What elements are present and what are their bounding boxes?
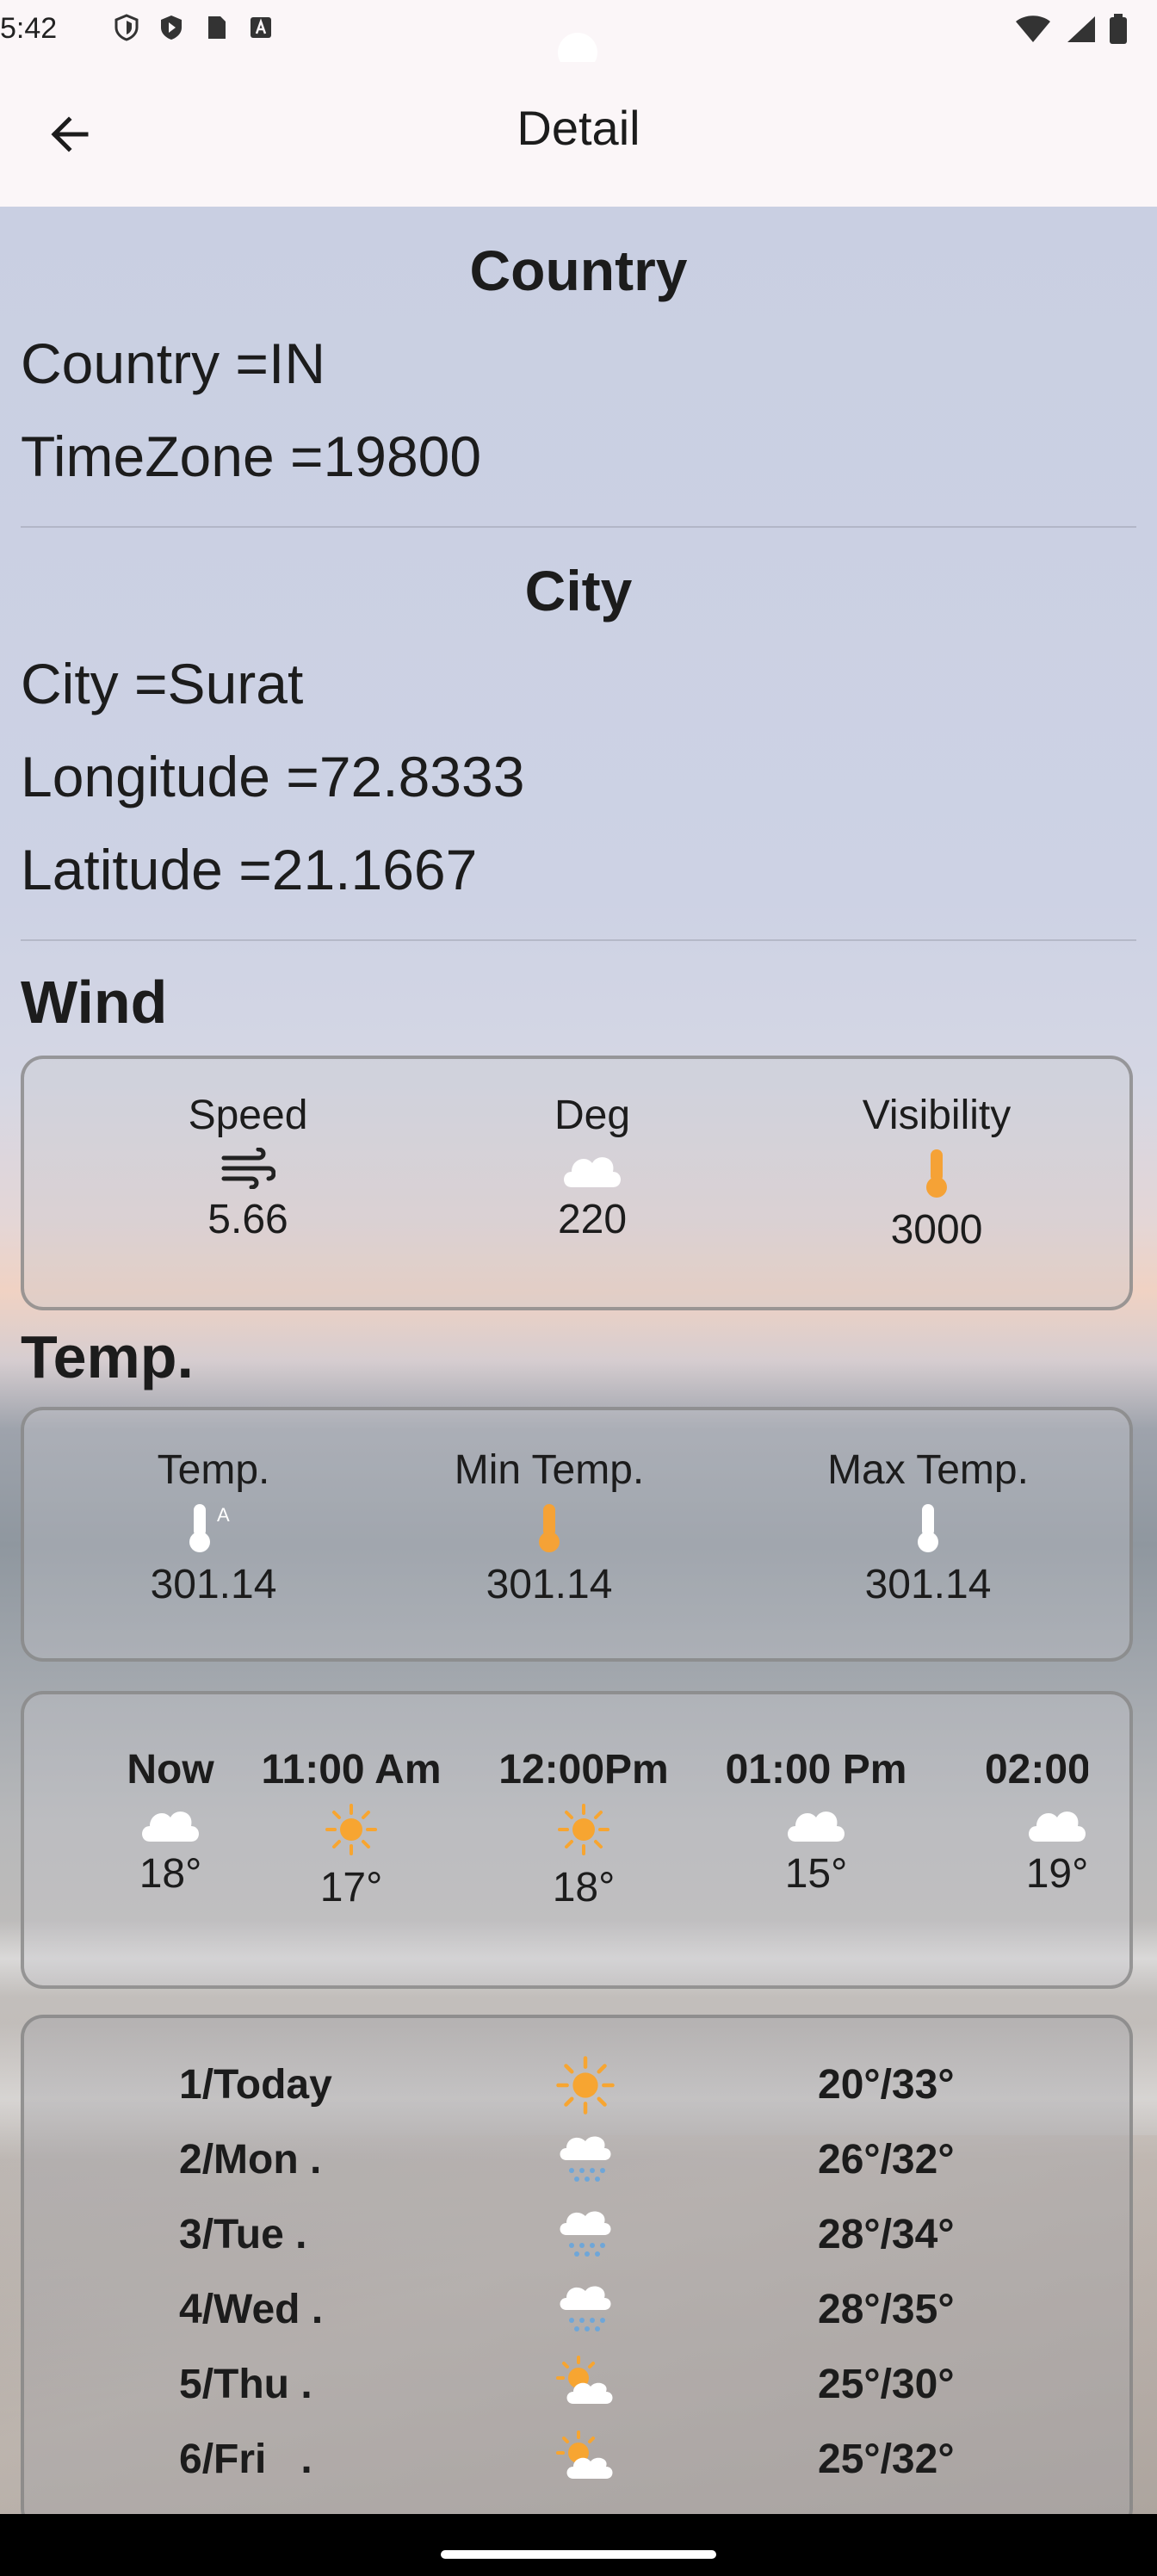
snow-cloud-icon [560, 2136, 611, 2182]
temp-min: Min Temp. 301.14 [386, 1446, 713, 1608]
longitude-value: Longitude =72.8333 [21, 745, 525, 808]
hour-temp: 17° [319, 1865, 383, 1910]
snow-cloud-icon [560, 2211, 611, 2257]
thermometer-white-icon [918, 1504, 938, 1552]
temp-max: Max Temp. 301.14 [764, 1446, 1092, 1608]
divider [21, 526, 1136, 528]
cloud-icon [564, 1157, 621, 1187]
temp-range: 20°/33° [818, 2062, 955, 2108]
sun-icon [556, 2056, 615, 2115]
shield-icon [114, 14, 139, 41]
visibility-value: 3000 [890, 1207, 983, 1253]
day-label: 1/Today [179, 2062, 332, 2108]
temp-value: 301.14 [150, 1562, 277, 1607]
visibility-label: Visibility [862, 1093, 1012, 1138]
hourly-item: 01:00 Pm 15° [687, 1746, 945, 1898]
hourly-item: 02:00 P 19° [928, 1746, 1088, 1898]
day-label: 4/Wed . [179, 2287, 324, 2332]
hour-temp: 15° [784, 1851, 848, 1897]
home-gesture-handle[interactable] [441, 2550, 716, 2559]
hourly-item: 12:00Pm 18° [455, 1746, 713, 1911]
cloud-icon [142, 1811, 199, 1842]
sun-icon [558, 1804, 609, 1855]
font-a-icon [251, 17, 271, 38]
battery-icon [1110, 14, 1127, 44]
daily-row: 4/Wed . 28°/35° [24, 2286, 1136, 2360]
wind-speed: Speed 5.66 [93, 1092, 403, 1243]
hour-label: 11:00 Am [261, 1747, 442, 1793]
wind-speed-value: 5.66 [207, 1197, 288, 1242]
hourly-item: 11:00 Am 17° [222, 1746, 480, 1911]
temp-range: 28°/35° [818, 2287, 955, 2332]
daily-row: 6/Fri . 25°/32° [24, 2430, 1136, 2510]
status-time: 5:42 [0, 12, 58, 45]
cloud-icon [1029, 1811, 1086, 1842]
thermometer-icon [926, 1149, 947, 1198]
app-bar: Detail [0, 62, 1157, 207]
wind-deg: Deg 220 [437, 1092, 747, 1243]
wind-icon [221, 1148, 275, 1189]
partly-sunny-icon [556, 2430, 613, 2479]
day-label: 3/Tue . [179, 2212, 307, 2257]
screen: 5:42 Detail Country Country =IN TimeZone… [0, 0, 1157, 2576]
temp-section-title: Temp. [21, 1323, 194, 1390]
city-section-title: City [524, 559, 633, 622]
play-shield-icon [161, 15, 182, 40]
thermometer-auto-icon: A [189, 1504, 230, 1552]
max-temp-value: 301.14 [864, 1562, 992, 1607]
hour-temp: 18° [552, 1865, 616, 1910]
hourly-forecast-card[interactable]: Now 18° 11:00 Am 17° 12:00Pm 18° 01:00 P… [21, 1691, 1133, 1989]
hour-temp: 19° [1025, 1851, 1088, 1897]
city-value: City =Surat [21, 652, 304, 715]
sun-icon [325, 1804, 377, 1855]
daily-row: 5/Thu . 25°/30° [24, 2356, 1136, 2435]
daily-forecast-card: 1/Today 20°/33° 2/Mon . 26°/32° 3/Tue . … [21, 2015, 1133, 2531]
wind-deg-value: 220 [557, 1197, 628, 1242]
temp-range: 28°/34° [818, 2212, 955, 2257]
visibility: Visibility 3000 [782, 1092, 1092, 1254]
daily-row: 1/Today 20°/33° [24, 2056, 1136, 2135]
min-temp-value: 301.14 [486, 1562, 613, 1607]
hour-label: 02:00 P [984, 1747, 1088, 1793]
max-temp-label: Max Temp. [827, 1447, 1029, 1493]
partly-sunny-icon [556, 2356, 613, 2404]
daily-row: 3/Tue . 28°/34° [24, 2211, 1136, 2285]
temp-current: Temp. A 301.14 [50, 1446, 377, 1608]
latitude-value: Latitude =21.1667 [21, 838, 478, 901]
cloud-icon [788, 1811, 845, 1842]
temp-label: Temp. [157, 1447, 270, 1493]
wind-card: Speed 5.66 Deg 220 Visibility 3000 [21, 1056, 1133, 1310]
day-label: 2/Mon . [179, 2137, 322, 2183]
timezone-value: TimeZone =19800 [21, 424, 482, 488]
signal-icon [1067, 16, 1095, 42]
wind-deg-label: Deg [554, 1093, 631, 1138]
svg-text:A: A [217, 1504, 230, 1526]
temp-range: 25°/32° [818, 2437, 955, 2482]
thermometer-icon [539, 1504, 560, 1552]
day-label: 5/Thu . [179, 2362, 312, 2407]
system-nav-bar [0, 2514, 1157, 2576]
temp-range: 26°/32° [818, 2137, 955, 2183]
temp-card: Temp. A 301.14 Min Temp. 301.14 Max Temp… [21, 1407, 1133, 1662]
wind-speed-label: Speed [188, 1093, 308, 1138]
country-value: Country =IN [21, 331, 325, 395]
page-title: Detail [517, 101, 640, 155]
temp-range: 25°/30° [818, 2362, 955, 2407]
hourly-scroll-list[interactable]: Now 18° 11:00 Am 17° 12:00Pm 18° 01:00 P… [24, 1694, 1088, 1985]
hour-label: 12:00Pm [498, 1747, 669, 1793]
daily-row: 2/Mon . 26°/32° [24, 2136, 1136, 2210]
country-section-title: Country [469, 238, 688, 302]
day-label: 6/Fri . [179, 2437, 312, 2482]
sim-card-icon [208, 16, 226, 39]
divider [21, 939, 1136, 941]
wifi-icon [1016, 15, 1050, 42]
status-bar: 5:42 [0, 0, 1157, 72]
snow-cloud-icon [560, 2286, 611, 2331]
min-temp-label: Min Temp. [454, 1447, 645, 1493]
wind-section-title: Wind [21, 969, 168, 1036]
hour-label: 01:00 Pm [725, 1747, 907, 1793]
